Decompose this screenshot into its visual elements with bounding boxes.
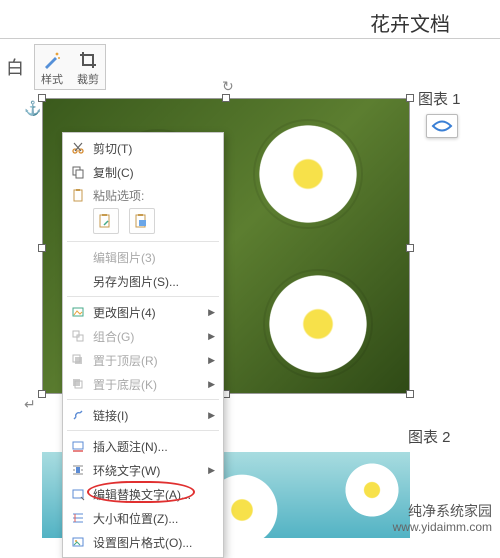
- ribbon-crop-label: 裁剪: [77, 71, 99, 87]
- rotate-handle-icon[interactable]: ↻: [222, 78, 234, 95]
- menu-label: 另存为图片(S)...: [87, 273, 215, 290]
- group-icon: [69, 327, 87, 345]
- menu-save-as-picture[interactable]: 另存为图片(S)...: [63, 269, 223, 293]
- menu-label: 设置图片格式(O)...: [87, 534, 215, 551]
- menu-link[interactable]: 链接(I) ▶: [63, 403, 223, 427]
- flower-graphic: [253, 119, 363, 229]
- menu-label: 剪切(T): [87, 140, 215, 157]
- chevron-right-icon: ▶: [208, 379, 215, 390]
- bring-front-icon: [69, 351, 87, 369]
- anchor-icon: ⚓: [24, 100, 41, 117]
- menu-insert-caption[interactable]: 插入题注(N)...: [63, 434, 223, 458]
- size-position-icon: [69, 509, 87, 527]
- chevron-right-icon: ▶: [208, 465, 215, 476]
- menu-cut[interactable]: 剪切(T): [63, 136, 223, 160]
- anchor-icon: ↵: [24, 396, 36, 413]
- menu-separator: [67, 296, 219, 297]
- watermark-line1: 纯净系统家园: [393, 503, 492, 520]
- ribbon-label: 白: [6, 54, 28, 80]
- menu-size-and-position[interactable]: 大小和位置(Z)...: [63, 506, 223, 530]
- selection-handle[interactable]: [406, 244, 414, 252]
- menu-label: 置于顶层(R): [87, 352, 208, 369]
- chevron-right-icon: ▶: [208, 331, 215, 342]
- picture-tools-group: 样式 裁剪: [34, 44, 106, 90]
- flower-graphic: [263, 269, 373, 379]
- chevron-right-icon: ▶: [208, 307, 215, 318]
- menu-separator: [67, 241, 219, 242]
- menu-label: 组合(G): [87, 328, 208, 345]
- selection-handle[interactable]: [222, 94, 230, 102]
- chevron-right-icon: ▶: [208, 355, 215, 366]
- send-back-icon: [69, 375, 87, 393]
- header-rule: [0, 38, 500, 39]
- caption-1: 图表 1: [418, 88, 461, 109]
- menu-format-picture[interactable]: 设置图片格式(O)...: [63, 530, 223, 554]
- menu-label: 链接(I): [87, 407, 208, 424]
- menu-send-to-back: 置于底层(K) ▶: [63, 372, 223, 396]
- paste-option-picture[interactable]: [129, 208, 155, 234]
- selection-handle[interactable]: [38, 244, 46, 252]
- menu-label: 粘贴选项:: [87, 187, 215, 204]
- paste-options-row: [63, 206, 223, 238]
- menu-label: 编辑替换文字(A)...: [87, 486, 215, 503]
- link-icon: [69, 406, 87, 424]
- chevron-right-icon: ▶: [208, 410, 215, 421]
- menu-label: 置于底层(K): [87, 376, 208, 393]
- selection-handle[interactable]: [406, 94, 414, 102]
- menu-label: 插入题注(N)...: [87, 438, 215, 455]
- context-menu: 剪切(T) 复制(C) 粘贴选项: 编辑图片(3) 另存为图片(S)... 更改…: [62, 132, 224, 558]
- change-picture-icon: [69, 303, 87, 321]
- crop-button[interactable]: 裁剪: [77, 49, 99, 87]
- menu-bring-to-front: 置于顶层(R) ▶: [63, 348, 223, 372]
- paste-option-keep-source[interactable]: [93, 208, 119, 234]
- ribbon: 白 样式 裁剪: [6, 44, 106, 90]
- picture-style-button[interactable]: 样式: [41, 49, 63, 87]
- menu-separator: [67, 430, 219, 431]
- menu-edit-alt-text[interactable]: 编辑替换文字(A)...: [63, 482, 223, 506]
- menu-copy[interactable]: 复制(C): [63, 160, 223, 184]
- scissors-icon: [69, 139, 87, 157]
- menu-paste-header: 粘贴选项:: [63, 184, 223, 206]
- layout-options-button[interactable]: [426, 114, 458, 138]
- copy-icon: [69, 163, 87, 181]
- document-title: 花卉文档: [370, 8, 450, 37]
- menu-group: 组合(G) ▶: [63, 324, 223, 348]
- menu-label: 大小和位置(Z)...: [87, 510, 215, 527]
- alt-text-icon: [69, 485, 87, 503]
- watermark: 纯净系统家园 www.yidaimm.com: [393, 503, 492, 534]
- blank-icon: [69, 248, 87, 266]
- menu-label: 更改图片(4): [87, 304, 208, 321]
- menu-edit-picture: 编辑图片(3): [63, 245, 223, 269]
- ribbon-style-label: 样式: [41, 71, 63, 87]
- wand-icon: [41, 49, 63, 71]
- menu-separator: [67, 399, 219, 400]
- menu-label: 复制(C): [87, 164, 215, 181]
- selection-handle[interactable]: [38, 390, 46, 398]
- caption-icon: [69, 437, 87, 455]
- blank-icon: [69, 272, 87, 290]
- menu-wrap-text[interactable]: 环绕文字(W) ▶: [63, 458, 223, 482]
- menu-label: 环绕文字(W): [87, 462, 208, 479]
- format-picture-icon: [69, 533, 87, 551]
- menu-change-picture[interactable]: 更改图片(4) ▶: [63, 300, 223, 324]
- caption-2: 图表 2: [408, 426, 451, 447]
- selection-handle[interactable]: [406, 390, 414, 398]
- watermark-line2: www.yidaimm.com: [393, 520, 492, 534]
- crop-icon: [77, 49, 99, 71]
- paste-icon: [69, 186, 87, 204]
- menu-label: 编辑图片(3): [87, 249, 215, 266]
- wrap-text-icon: [69, 461, 87, 479]
